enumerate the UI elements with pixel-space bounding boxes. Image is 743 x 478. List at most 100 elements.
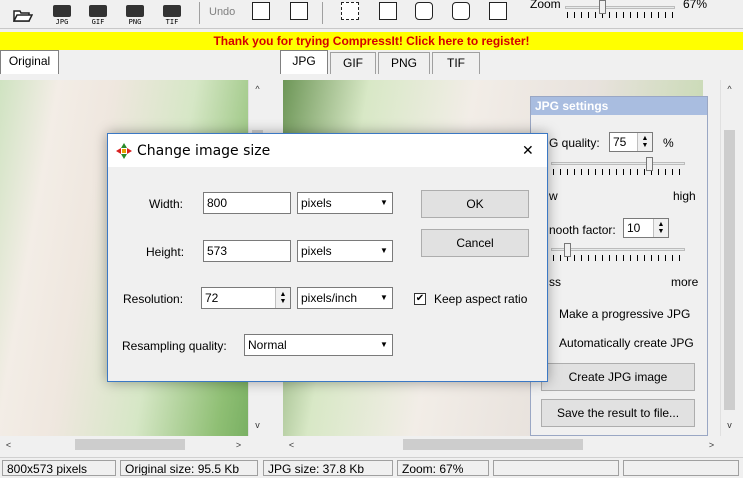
scroll-left-arrow[interactable]: < [283,436,300,453]
close-icon[interactable]: ✕ [522,142,534,159]
quality-low-label: w [549,189,558,203]
dialog-title-bar: Change image size ✕ [108,134,547,167]
save-gif-button[interactable]: GIF [86,0,110,26]
status-zoom: Zoom: 67% [397,460,489,476]
resolution-spinner[interactable]: ▲ ▼ [275,288,290,308]
scrollbar-thumb[interactable] [403,439,583,450]
zoom-slider-thumb[interactable] [599,0,606,14]
flip-icon[interactable] [379,2,397,20]
chevron-down-icon: ▼ [380,198,388,207]
smooth-slider-thumb[interactable] [564,243,571,257]
scroll-up-arrow[interactable]: ^ [721,80,738,97]
status-empty-cell [493,460,619,476]
toolbar: JPG GIF PNG TIF Undo Zoom 67% [0,0,743,29]
keep-aspect-label[interactable]: Keep aspect ratio [434,292,527,306]
save-jpg-button[interactable]: JPG [50,0,74,26]
height-input[interactable]: 573 [203,240,291,262]
tab-tif[interactable]: TIF [432,52,480,74]
resolution-unit-select[interactable]: pixels/inch ▼ [297,287,393,309]
resampling-select[interactable]: Normal ▼ [244,334,393,356]
dialog-title: Change image size [137,143,271,159]
smooth-spinner[interactable]: ▲ ▼ [653,219,668,237]
toolbar-separator [199,2,200,24]
open-button[interactable] [12,0,34,26]
register-banner[interactable]: Thank you for trying CompressIt! Click h… [0,32,743,50]
resolution-input[interactable]: 72 ▲ ▼ [201,287,291,309]
scroll-down-arrow[interactable]: v [721,416,738,433]
save-tif-button[interactable]: TIF [160,0,184,26]
quality-input[interactable]: 75 ▲ ▼ [609,132,653,152]
auto-create-jpg-label[interactable]: Automatically create JPG [559,336,694,350]
smooth-value: 10 [627,221,641,235]
quality-slider[interactable] [551,157,685,179]
copy-icon[interactable] [252,2,270,20]
save-jpg-icon [53,5,71,17]
undo-button[interactable]: Undo [209,6,235,18]
cancel-button[interactable]: Cancel [421,229,529,257]
create-jpg-button[interactable]: Create JPG image [541,363,695,391]
app-icon [116,143,132,159]
scrollbar-thumb[interactable] [724,130,735,410]
crop-icon[interactable] [341,2,359,20]
rotate-right-icon[interactable] [452,2,470,20]
zoom-value: 67% [683,0,708,11]
tab-original[interactable]: Original [0,50,59,74]
smooth-input[interactable]: 10 ▲ ▼ [623,218,669,238]
chevron-down-icon: ▼ [380,340,388,349]
smooth-slider[interactable] [551,243,685,265]
tab-gif[interactable]: GIF [330,52,376,74]
status-original-size: Original size: 95.5 Kb [120,460,258,476]
width-unit-value: pixels [301,196,332,210]
keep-aspect-checkbox[interactable]: ✔ [414,293,426,305]
resize-icon[interactable] [489,2,507,20]
save-tif-label: TIF [165,18,179,26]
status-dimensions: 800x573 pixels [2,460,116,476]
scroll-left-arrow[interactable]: < [0,436,17,453]
quality-value: 75 [613,135,627,149]
save-result-button[interactable]: Save the result to file... [541,399,695,427]
rotate-left-icon[interactable] [415,2,433,20]
resolution-unit-value: pixels/inch [301,291,358,305]
right-horizontal-scrollbar[interactable]: < > [283,436,720,453]
smooth-label: nooth factor: [549,223,616,237]
resolution-value: 72 [205,291,219,305]
right-vertical-scrollbar[interactable]: ^ v [720,80,738,436]
scroll-up-arrow[interactable]: ^ [249,80,266,97]
scrollbar-thumb[interactable] [75,439,185,450]
scroll-right-arrow[interactable]: > [703,436,720,453]
tab-png[interactable]: PNG [378,52,430,74]
save-gif-icon [89,5,107,17]
save-png-icon [126,5,144,17]
paste-icon[interactable] [290,2,308,20]
resampling-label: Resampling quality: [122,339,227,353]
width-input[interactable]: 800 [203,192,291,214]
save-tif-icon [163,5,181,17]
save-png-label: PNG [128,18,142,26]
save-gif-label: GIF [91,18,105,26]
jpg-settings-panel: JPG settings G quality: 75 ▲ ▼ % w high n… [530,96,708,436]
chevron-down-icon: ▼ [380,246,388,255]
resolution-label: Resolution: [123,292,184,306]
width-unit-select[interactable]: pixels ▼ [297,192,393,214]
change-image-size-dialog: Change image size ✕ Width: 800 pixels ▼ … [107,133,548,382]
status-empty-cell [623,460,739,476]
height-unit-select[interactable]: pixels ▼ [297,240,393,262]
tab-jpg[interactable]: JPG [280,50,328,74]
chevron-down-icon: ▼ [380,293,388,302]
quality-slider-thumb[interactable] [646,157,653,171]
save-jpg-label: JPG [55,18,69,26]
quality-label: G quality: [549,136,600,150]
quality-spinner[interactable]: ▲ ▼ [637,133,652,151]
height-unit-value: pixels [301,244,332,258]
scroll-down-arrow[interactable]: v [249,416,266,433]
open-folder-icon [13,10,33,22]
smooth-low-label: ss [549,275,561,289]
status-jpg-size: JPG size: 37.8 Kb [263,460,393,476]
scroll-right-arrow[interactable]: > [230,436,247,453]
ok-button[interactable]: OK [421,190,529,218]
quality-unit: % [663,136,674,150]
left-horizontal-scrollbar[interactable]: < > [0,436,265,453]
zoom-slider[interactable] [565,0,675,24]
save-png-button[interactable]: PNG [123,0,147,26]
progressive-jpg-label[interactable]: Make a progressive JPG [559,307,690,321]
